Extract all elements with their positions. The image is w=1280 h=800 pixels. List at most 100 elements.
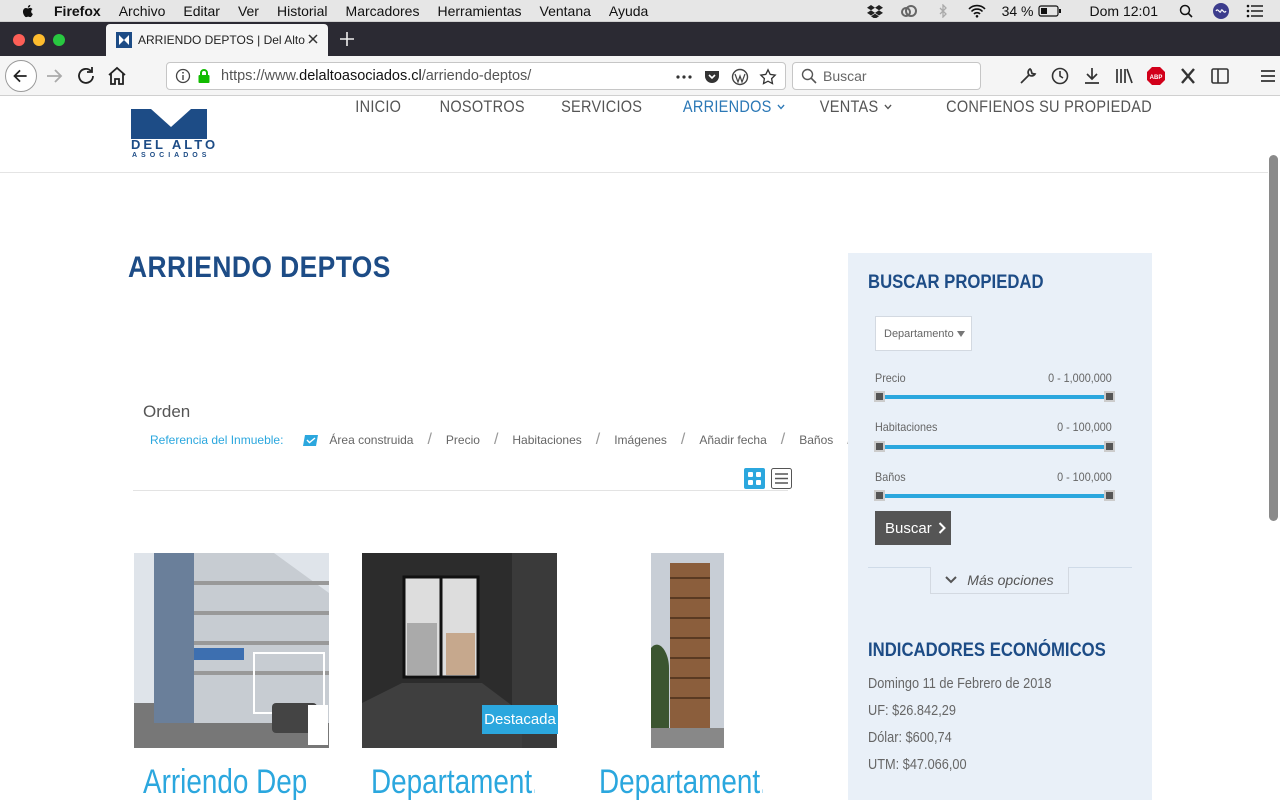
page-actions-ellipsis-icon[interactable] [675, 68, 693, 86]
notification-center-icon[interactable] [1246, 4, 1264, 18]
economic-indicators-title: INDICADORES ECONÓMICOS [868, 640, 1106, 661]
window-minimize-button[interactable] [33, 34, 45, 46]
slider-handle-min[interactable] [874, 391, 885, 402]
wifi-icon[interactable] [968, 4, 986, 18]
menu-ayuda[interactable]: Ayuda [609, 3, 648, 19]
window-zoom-button[interactable] [53, 34, 65, 46]
back-arrow-icon[interactable] [5, 60, 37, 92]
bluetooth-icon[interactable] [934, 4, 952, 18]
sort-selected-check-icon[interactable] [303, 432, 319, 448]
slider-handle-min[interactable] [874, 441, 885, 452]
property-card-title[interactable]: Departament... [371, 763, 535, 800]
reload-icon[interactable] [74, 64, 98, 88]
forward-arrow-icon[interactable] [42, 64, 66, 88]
price-range-label: Precio [875, 371, 906, 385]
extension-x-icon[interactable] [1178, 66, 1198, 86]
siri-icon[interactable] [1212, 2, 1230, 20]
battery-percent: 34 % [1001, 3, 1034, 19]
nav-arriendos-label: ARRIENDOS [682, 97, 772, 116]
active-tab[interactable]: ARRIENDO DEPTOS | Del Alto Asociados [106, 24, 328, 56]
url-prefix: https://www. [221, 68, 300, 84]
url-domain: delaltoasociados.cl [299, 68, 422, 84]
search-sidebar: BUSCAR PROPIEDAD Departamento Precio 0 -… [848, 253, 1152, 800]
sort-imagenes[interactable]: Imágenes [614, 433, 667, 447]
dropbox-icon[interactable] [866, 4, 884, 18]
slider-handle-max[interactable] [1104, 441, 1115, 452]
sort-habitaciones[interactable]: Habitaciones [512, 433, 581, 447]
browser-tab-bar: ARRIENDO DEPTOS | Del Alto Asociados [0, 22, 1280, 56]
bookmark-star-icon[interactable] [759, 68, 777, 86]
menu-archivo[interactable]: Archivo [119, 3, 166, 19]
menu-herramientas[interactable]: Herramientas [437, 3, 521, 19]
site-header: DEL ALTO ASOCIADOS INICIO NOSOTROS SERVI… [0, 97, 1268, 173]
menu-ver[interactable]: Ver [238, 3, 259, 19]
menu-marcadores[interactable]: Marcadores [346, 3, 420, 19]
sort-reference-label: Referencia del Inmueble: [150, 433, 284, 447]
macos-menubar: Firefox Archivo Editar Ver Historial Mar… [0, 0, 1280, 22]
adblock-plus-icon[interactable]: ABP [1146, 66, 1166, 86]
page-viewport[interactable]: DEL ALTO ASOCIADOS INICIO NOSOTROS SERVI… [0, 97, 1280, 800]
sort-area-construida[interactable]: Área construida [329, 433, 413, 447]
menu-editar[interactable]: Editar [183, 3, 220, 19]
sort-separator: / [680, 431, 686, 448]
spotlight-search-icon[interactable] [1178, 4, 1196, 18]
more-options-label: Más opciones [967, 572, 1054, 588]
new-tab-plus-icon[interactable] [338, 30, 356, 48]
page-scrollbar[interactable] [1269, 155, 1278, 521]
home-icon[interactable] [105, 64, 129, 88]
menu-historial[interactable]: Historial [277, 3, 328, 19]
battery-icon[interactable] [1037, 4, 1062, 18]
slider-handle-max[interactable] [1104, 391, 1115, 402]
downloads-icon[interactable] [1082, 66, 1102, 86]
sort-anadir-fecha[interactable]: Añadir fecha [699, 433, 766, 447]
sort-options: Referencia del Inmueble: Área construida… [150, 431, 866, 449]
logo-text[interactable]: DEL ALTO [131, 137, 218, 152]
property-type-select[interactable]: Departamento [875, 316, 972, 351]
tab-close-icon[interactable] [306, 32, 320, 46]
chevron-down-icon [776, 104, 785, 110]
library-icon[interactable] [1114, 66, 1134, 86]
url-bar[interactable]: https://www.delaltoasociados.cl/arriendo… [166, 62, 786, 90]
pocket-icon[interactable] [703, 68, 721, 86]
apple-icon[interactable] [20, 3, 36, 19]
sidebar-toggle-icon[interactable] [1210, 66, 1230, 86]
slider-handle-min[interactable] [874, 490, 885, 501]
info-icon[interactable] [175, 68, 191, 84]
menu-app-name[interactable]: Firefox [54, 3, 101, 19]
property-card-title[interactable]: Departament... [599, 763, 763, 800]
creative-cloud-icon[interactable] [900, 4, 918, 18]
menu-ventana[interactable]: Ventana [540, 3, 591, 19]
sort-banos[interactable]: Baños [799, 433, 833, 447]
list-view-icon[interactable] [771, 468, 792, 489]
bathrooms-range-label: Baños [875, 470, 906, 484]
more-options-toggle[interactable]: Más opciones [930, 567, 1069, 594]
hamburger-menu-icon[interactable] [1258, 66, 1278, 86]
nav-item-confienos-su-propiedad[interactable]: CONFIENOS SU PROPIEDAD [946, 97, 1152, 117]
nav-item-ventas[interactable]: VENTAS [820, 97, 892, 117]
search-button[interactable]: Buscar [875, 511, 951, 545]
bathrooms-slider[interactable] [874, 490, 1115, 501]
menubar-clock[interactable]: Dom 12:01 [1090, 3, 1158, 19]
property-card-image[interactable] [590, 553, 785, 748]
grid-view-icon[interactable] [744, 468, 765, 489]
svg-text:ABP: ABP [1150, 75, 1163, 81]
sort-precio[interactable]: Precio [446, 433, 480, 447]
nav-item-arriendos[interactable]: ARRIENDOS [683, 97, 785, 117]
nav-item-inicio[interactable]: INICIO [356, 97, 402, 117]
price-slider[interactable] [874, 391, 1115, 402]
nav-item-servicios[interactable]: SERVICIOS [561, 97, 642, 117]
search-input[interactable] [823, 68, 973, 84]
history-clock-icon[interactable] [1050, 66, 1070, 86]
secure-lock-icon [198, 69, 210, 83]
nav-item-nosotros[interactable]: NOSOTROS [439, 97, 524, 117]
property-card-image[interactable] [134, 553, 329, 748]
property-card-title[interactable]: Arriendo Dep... [143, 763, 307, 800]
search-bar[interactable] [792, 62, 981, 90]
page-title: ARRIENDO DEPTOS [128, 251, 391, 284]
wordpress-icon[interactable] [731, 68, 749, 86]
window-close-button[interactable] [13, 34, 25, 46]
slider-handle-max[interactable] [1104, 490, 1115, 501]
rooms-slider[interactable] [874, 441, 1115, 452]
wrench-icon[interactable] [1018, 66, 1038, 86]
building-photo-icon [134, 553, 329, 748]
